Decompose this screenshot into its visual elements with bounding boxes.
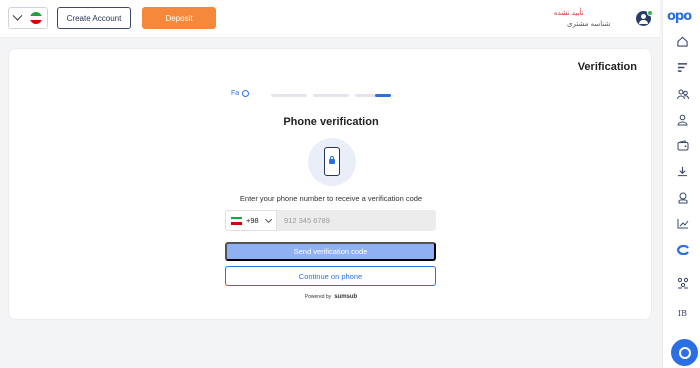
support-chat-button[interactable] xyxy=(671,339,698,366)
sumsub-logo: sumsub xyxy=(334,294,358,300)
phone-illustration xyxy=(308,138,356,186)
home-icon[interactable] xyxy=(676,35,689,48)
logo[interactable]: opo xyxy=(667,9,692,24)
online-status-icon xyxy=(647,10,653,16)
page-title: Verification xyxy=(577,61,637,73)
continue-on-phone-button[interactable]: Continue on phone xyxy=(225,266,436,286)
send-verification-code-button[interactable]: Send verification code xyxy=(225,242,436,261)
phone-verification-heading: Phone verification xyxy=(283,116,379,128)
phone-icon xyxy=(324,147,340,176)
download-icon[interactable] xyxy=(676,165,689,178)
progress-step xyxy=(355,94,391,97)
chat-bubble-icon xyxy=(678,346,691,359)
top-bar: Create Account Deposit تأیید نشده شناسه … xyxy=(0,0,660,38)
progress-step xyxy=(271,94,307,97)
country-code: +98 xyxy=(246,216,259,225)
progress-step xyxy=(313,94,349,97)
phone-number-field[interactable]: +98 912 345 6789 xyxy=(225,210,436,231)
user-outline-icon[interactable] xyxy=(676,191,689,204)
profile-icon[interactable] xyxy=(676,113,689,126)
country-code-selector[interactable]: +98 xyxy=(225,210,277,231)
iran-flag-icon xyxy=(231,216,242,225)
phone-number-input[interactable]: 912 345 6789 xyxy=(277,216,330,225)
deposit-button[interactable]: Deposit xyxy=(142,7,216,29)
powered-by-label: Powered by xyxy=(304,294,332,300)
iran-flag-icon xyxy=(30,12,42,24)
verification-status-badge: تأیید نشده xyxy=(554,9,584,17)
ib-icon[interactable]: IB xyxy=(676,307,689,320)
trading-icon[interactable] xyxy=(676,61,689,74)
chart-icon[interactable] xyxy=(676,217,689,230)
verification-card: Verification Fa Phone verification Enter… xyxy=(8,48,652,320)
sidebar: opo IB xyxy=(662,0,700,368)
chevron-down-icon xyxy=(264,215,272,223)
wallet-icon[interactable] xyxy=(676,139,689,152)
copy-trade-icon[interactable] xyxy=(676,243,689,256)
language-selector[interactable] xyxy=(8,7,48,29)
chevron-down-icon xyxy=(12,10,23,21)
username-label: شناسه مشتری xyxy=(567,20,611,28)
avatar[interactable] xyxy=(636,10,653,26)
language-label: Fa xyxy=(231,90,240,97)
users-icon[interactable] xyxy=(676,87,689,100)
globe-icon xyxy=(242,90,250,97)
progress-steps xyxy=(271,94,391,97)
lock-icon xyxy=(329,156,335,164)
instruction-text: Enter your phone number to receive a ver… xyxy=(239,194,423,203)
powered-by: Powered by sumsub xyxy=(9,294,653,300)
partners-icon[interactable] xyxy=(676,276,689,289)
create-account-button[interactable]: Create Account xyxy=(57,7,131,29)
language-toggle[interactable]: Fa xyxy=(231,90,250,97)
